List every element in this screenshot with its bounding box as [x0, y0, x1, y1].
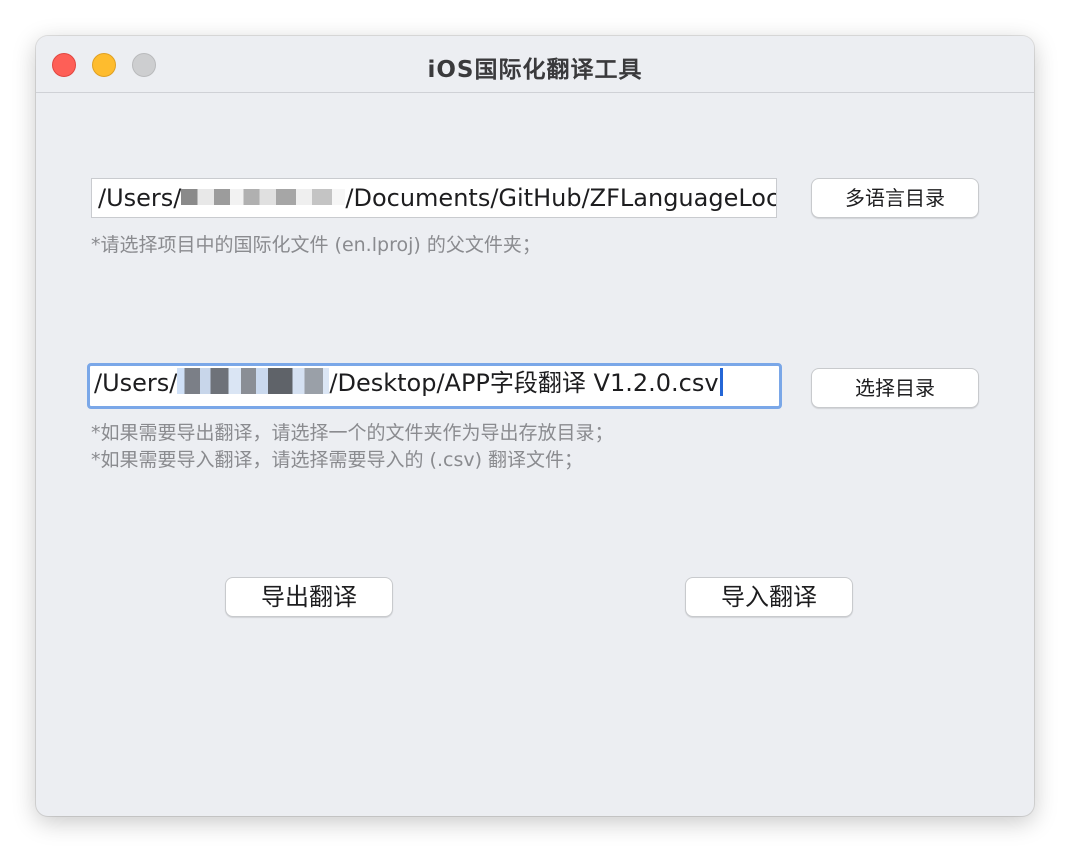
text-cursor: [719, 368, 723, 396]
import-translation-button[interactable]: 导入翻译: [685, 577, 853, 617]
redacted-username: [177, 368, 330, 394]
redacted-username: [181, 189, 346, 205]
output-dir-field[interactable]: /Users/ /Desktop/APP字段翻译 V1.2.0.csv: [87, 363, 782, 409]
language-dir-hint: *请选择项目中的国际化文件 (en.lproj) 的父文件夹；: [91, 234, 541, 256]
output-dir-path-suffix: /Desktop/APP字段翻译 V1.2.0.csv: [329, 369, 719, 397]
language-dir-path-suffix: /Documents/GitHub/ZFLanguageLoc: [345, 184, 777, 212]
output-dir-hint-export: *如果需要导出翻译，请选择一个的文件夹作为导出存放目录；: [91, 422, 614, 444]
language-dir-button[interactable]: 多语言目录: [811, 178, 979, 218]
app-window: iOS国际化翻译工具 /Users/ /Documents/GitHub/ZFLa…: [36, 36, 1034, 816]
language-dir-field[interactable]: /Users/ /Documents/GitHub/ZFLanguageLoc: [91, 178, 777, 218]
select-dir-button[interactable]: 选择目录: [811, 368, 979, 408]
output-dir-hint-import: *如果需要导入翻译，请选择需要导入的 (.csv) 翻译文件；: [91, 449, 584, 471]
title-bar: iOS国际化翻译工具: [36, 36, 1034, 93]
output-dir-path-prefix: /Users/: [94, 369, 178, 397]
export-translation-button[interactable]: 导出翻译: [225, 577, 393, 617]
window-title: iOS国际化翻译工具: [427, 57, 643, 83]
language-dir-path-prefix: /Users/: [98, 184, 182, 212]
